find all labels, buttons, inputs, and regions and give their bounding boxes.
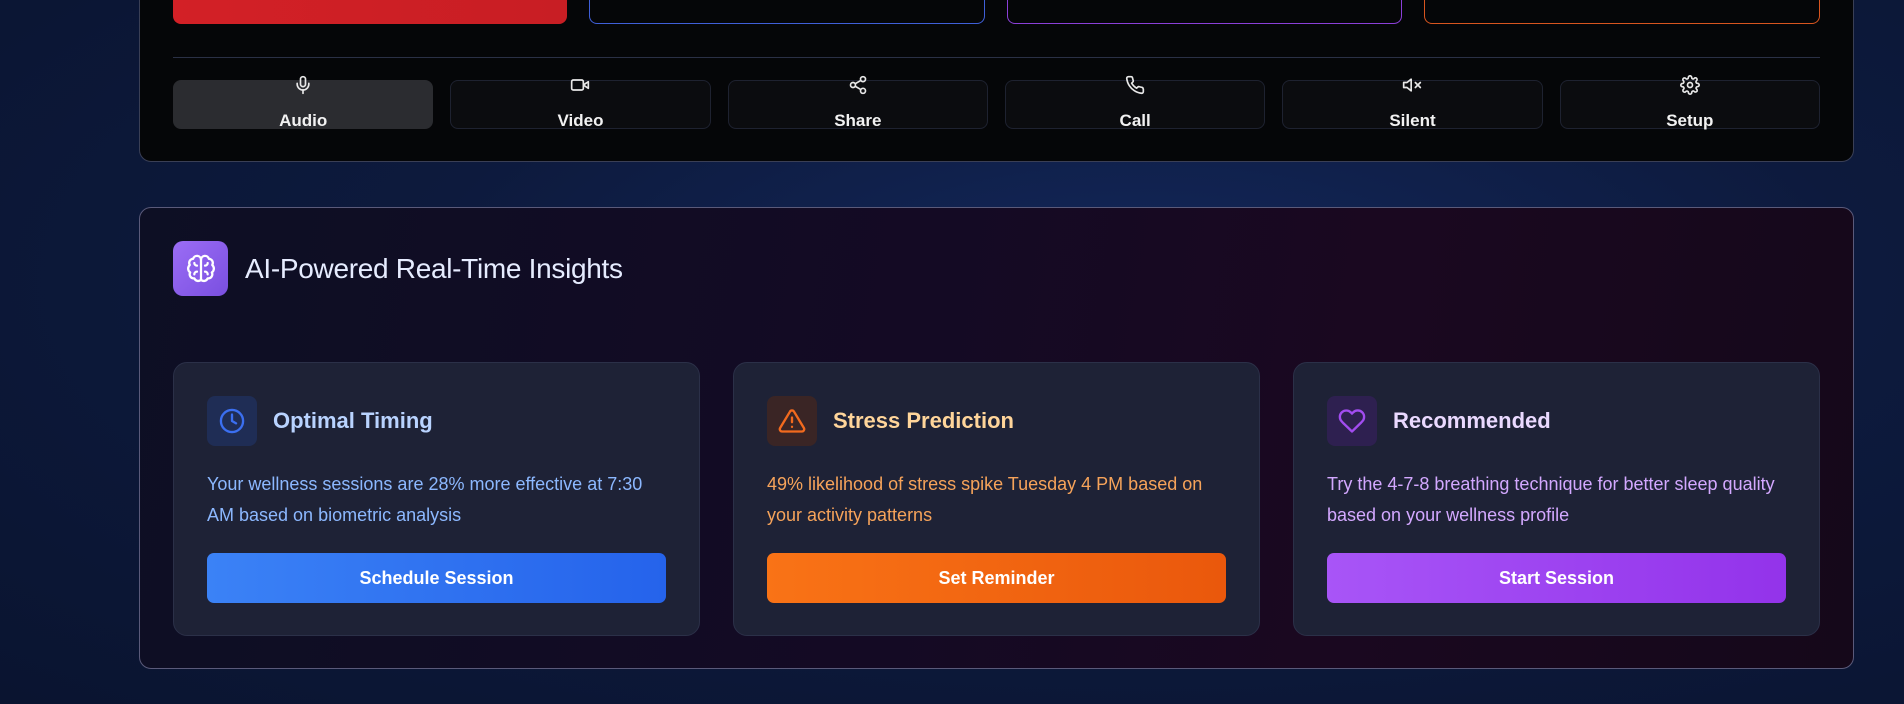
silent-button[interactable]: Silent — [1282, 78, 1543, 130]
silent-button-label: Silent — [1389, 111, 1436, 130]
setup-button[interactable]: Setup — [1559, 75, 1820, 130]
recommended-card: Recommended Try the 4-7-8 breathing tech… — [1293, 362, 1820, 636]
gear-icon — [1679, 75, 1700, 95]
clock-icon — [207, 396, 257, 446]
heart-icon — [1327, 396, 1377, 446]
schedule-session-button[interactable]: Schedule Session — [207, 553, 666, 603]
mode-button-red[interactable] — [173, 0, 567, 24]
card-description: Your wellness sessions are 28% more effe… — [207, 474, 643, 525]
brain-icon — [173, 241, 228, 296]
card-title: Optimal Timing — [273, 408, 433, 433]
setup-button-label: Setup — [1666, 111, 1714, 130]
set-reminder-button[interactable]: Set Reminder — [767, 553, 1226, 603]
mode-button-orange[interactable] — [1424, 0, 1820, 24]
insight-cards: Optimal Timing Your wellness sessions ar… — [173, 362, 1820, 636]
mode-button-blue[interactable] — [588, 0, 985, 24]
divider — [173, 57, 1820, 58]
mode-buttons-row — [173, 0, 1820, 24]
share-button[interactable]: Share — [727, 75, 988, 130]
call-controls-panel: Audio Video Share Call Silent Setup — [139, 0, 1854, 162]
card-title: Recommended — [1393, 408, 1551, 433]
mode-button-purple[interactable] — [1006, 0, 1403, 24]
call-button-label: Call — [1119, 111, 1151, 130]
card-header: Stress Prediction — [767, 396, 1014, 446]
audio-button[interactable]: Audio — [173, 75, 434, 130]
card-description: 49% likelihood of stress spike Tuesday 4… — [767, 474, 1203, 525]
insights-header: AI-Powered Real-Time Insights — [173, 241, 623, 296]
optimal-timing-card: Optimal Timing Your wellness sessions ar… — [173, 362, 700, 636]
stress-prediction-card: Stress Prediction 49% likelihood of stre… — [733, 362, 1260, 636]
phone-icon — [1125, 75, 1145, 95]
video-button-label: Video — [557, 111, 604, 130]
warning-icon — [767, 396, 817, 446]
start-session-button[interactable]: Start Session — [1327, 553, 1786, 603]
share-button-label: Share — [834, 111, 882, 130]
control-buttons-row: Audio Video Share Call Silent Setup — [173, 75, 1820, 130]
card-header: Optimal Timing — [207, 396, 433, 446]
card-description: Try the 4-7-8 breathing technique for be… — [1327, 474, 1775, 525]
mute-icon — [1402, 75, 1422, 95]
share-icon — [848, 75, 868, 95]
audio-button-label: Audio — [279, 111, 328, 130]
video-icon — [570, 75, 590, 95]
insights-panel: AI-Powered Real-Time Insights Optimal Ti… — [139, 207, 1854, 669]
microphone-icon — [293, 75, 313, 95]
call-button[interactable]: Call — [1004, 75, 1266, 130]
card-header: Recommended — [1327, 396, 1551, 446]
video-button[interactable]: Video — [450, 79, 711, 130]
card-title: Stress Prediction — [833, 408, 1014, 433]
insights-title: AI-Powered Real-Time Insights — [245, 252, 623, 284]
